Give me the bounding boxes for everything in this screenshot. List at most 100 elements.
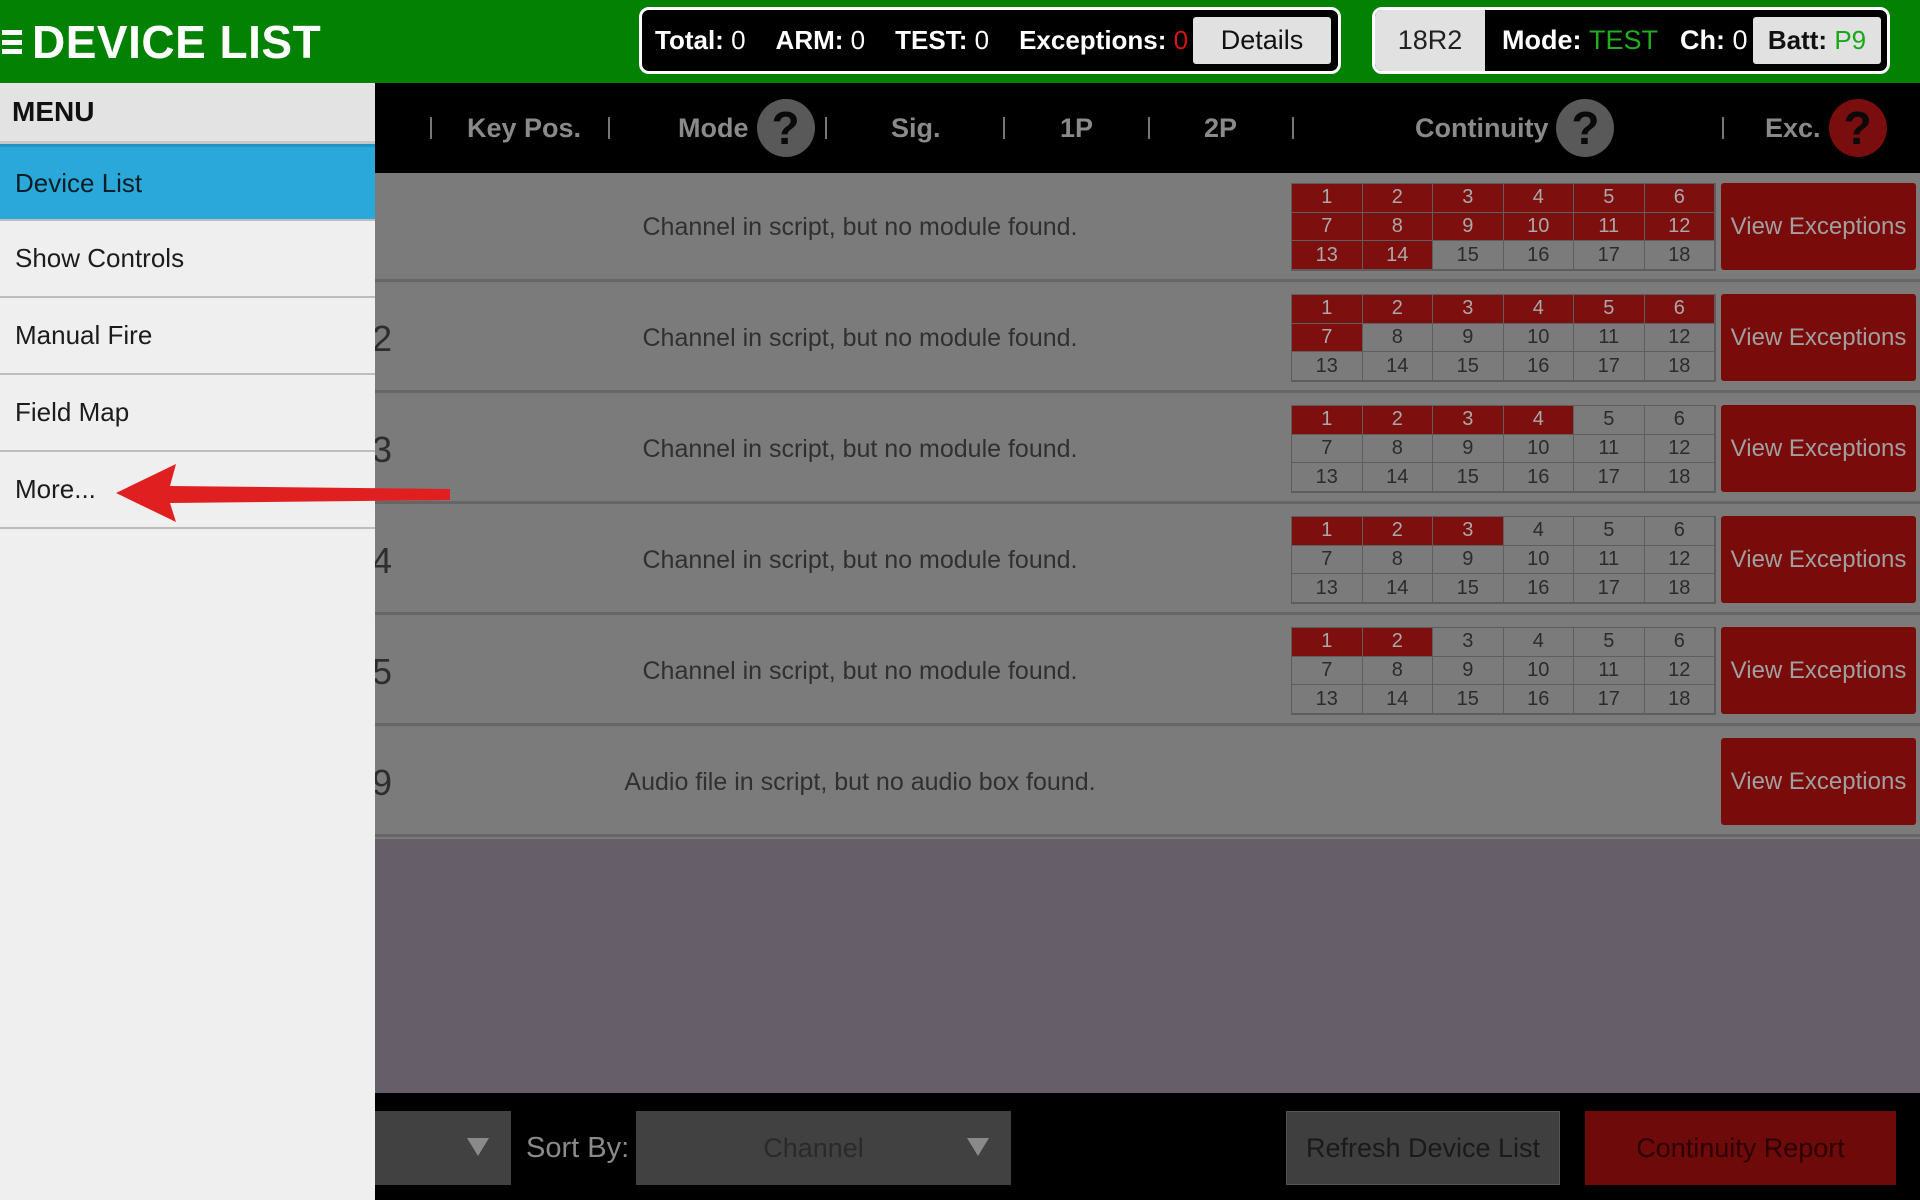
device-channel: Ch: 0 [1680,25,1748,55]
stats-panel: Total: 0 ARM: 0 TEST: 0 Exceptions: 0 De… [639,7,1341,74]
continuity-cell: 12 [1644,656,1715,686]
continuity-cell: 1 [1292,184,1363,213]
device-status-panel: 18R2 Mode: TEST Ch: 0 Batt: P9 [1372,7,1890,74]
row-message: Channel in script, but no module found. [642,546,1078,574]
continuity-cell: 17 [1574,241,1645,270]
menu-item-show-controls[interactable]: Show Controls [0,221,375,298]
continuity-cell: 10 [1503,545,1574,575]
continuity-cell: 3 [1433,295,1504,324]
refresh-device-list-button[interactable]: Refresh Device List [1286,1111,1560,1185]
menu-item-device-list[interactable]: Device List [0,144,375,221]
row-message: Audio file in script, but no audio box f… [624,768,1096,796]
top-bar: DEVICE LIST Total: 0 ARM: 0 TEST: 0 Exce… [0,0,1920,83]
continuity-cell: 9 [1433,434,1504,464]
continuity-cell: 9 [1433,545,1504,575]
app-title[interactable]: DEVICE LIST [2,14,321,70]
continuity-cell: 4 [1503,517,1574,546]
continuity-cell: 13 [1292,685,1363,714]
mode-help-icon[interactable]: ? [756,99,815,157]
continuity-cell: 15 [1433,574,1504,603]
continuity-cell: 14 [1362,463,1433,492]
view-exceptions-button[interactable]: View Exceptions [1721,627,1916,714]
view-exceptions-button[interactable]: View Exceptions [1721,738,1916,825]
exc-help-icon[interactable]: ? [1828,99,1887,157]
continuity-cell: 2 [1362,295,1433,324]
continuity-cell: 7 [1292,434,1363,464]
row-message: Channel in script, but no module found. [642,435,1078,463]
continuity-cell: 3 [1433,517,1504,546]
continuity-cell: 13 [1292,241,1363,270]
continuity-cell: 6 [1644,406,1715,435]
continuity-cell: 14 [1362,574,1433,603]
continuity-cell: 18 [1644,352,1715,381]
row-message: Channel in script, but no module found. [642,213,1078,241]
continuity-cell: 1 [1292,628,1363,657]
stat-total: Total: 0 [655,25,746,55]
continuity-cell: 4 [1503,406,1574,435]
continuity-cell: 5 [1574,406,1645,435]
continuity-cell: 5 [1574,295,1645,324]
column-continuity[interactable]: Continuity ? [1415,83,1615,173]
continuity-cell: 3 [1433,406,1504,435]
continuity-cell: 1 [1292,517,1363,546]
continuity-cell: 6 [1644,295,1715,324]
view-exceptions-button[interactable]: View Exceptions [1721,405,1916,492]
continuity-cell: 7 [1292,212,1363,242]
column-1p[interactable]: 1P [1060,83,1093,173]
continuity-report-button[interactable]: Continuity Report [1585,1111,1896,1185]
continuity-cell: 3 [1433,628,1504,657]
continuity-help-icon[interactable]: ? [1556,99,1615,157]
continuity-cell: 17 [1574,352,1645,381]
annotation-arrow-icon [116,464,450,522]
row-channel-number: 2 [372,317,393,359]
continuity-cell: 6 [1644,184,1715,213]
continuity-cell: 10 [1503,656,1574,686]
column-exc[interactable]: Exc. ? [1765,83,1887,173]
dropdown-arrow-icon [967,1138,989,1156]
menu-item-field-map[interactable]: Field Map [0,375,375,452]
menu-item-manual-fire[interactable]: Manual Fire [0,298,375,375]
view-exceptions-button[interactable]: View Exceptions [1721,516,1916,603]
continuity-cell: 16 [1503,352,1574,381]
continuity-cell: 9 [1433,656,1504,686]
continuity-cell: 7 [1292,323,1363,353]
view-exceptions-button[interactable]: View Exceptions [1721,294,1916,381]
continuity-cell: 15 [1433,352,1504,381]
continuity-cell: 16 [1503,574,1574,603]
continuity-cell: 12 [1644,212,1715,242]
continuity-cell: 5 [1574,517,1645,546]
continuity-cell: 10 [1503,323,1574,353]
continuity-grid: 1 2 3 4 5 6 7 8 9 10 11 12 13 14 15 16 17 18 [1291,627,1716,715]
sort-by-select[interactable]: Channel [636,1111,1011,1185]
device-id[interactable]: 18R2 [1375,10,1485,71]
continuity-grid: 1 2 3 4 5 6 7 8 9 10 11 12 13 14 15 16 17 18 [1291,183,1716,271]
continuity-cell: 2 [1362,406,1433,435]
column-2p[interactable]: 2P [1204,83,1237,173]
view-exceptions-button[interactable]: View Exceptions [1721,183,1916,270]
continuity-cell: 16 [1503,463,1574,492]
continuity-cell: 18 [1644,463,1715,492]
filter-select[interactable] [374,1111,511,1185]
row-channel-number: 5 [372,650,393,692]
continuity-cell: 15 [1433,685,1504,714]
row-message: Channel in script, but no module found. [642,324,1078,352]
continuity-cell: 11 [1574,212,1645,242]
continuity-cell: 4 [1503,295,1574,324]
column-mode[interactable]: Mode ? [678,83,815,173]
sort-by-value: Channel [763,1132,864,1163]
continuity-cell: 3 [1433,184,1504,213]
continuity-cell: 5 [1574,184,1645,213]
details-button[interactable]: Details [1193,17,1331,64]
menu-header: MENU [0,83,375,144]
continuity-cell: 18 [1644,241,1715,270]
continuity-cell: 12 [1644,545,1715,575]
continuity-cell: 8 [1362,212,1433,242]
continuity-cell: 14 [1362,352,1433,381]
continuity-cell: 17 [1574,574,1645,603]
column-key-pos[interactable]: Key Pos. [467,83,581,173]
column-sig[interactable]: Sig. [891,83,941,173]
continuity-cell: 13 [1292,352,1363,381]
hamburger-menu-icon[interactable] [2,30,22,54]
continuity-cell: 8 [1362,323,1433,353]
sort-by-label: Sort By: [526,1131,630,1164]
